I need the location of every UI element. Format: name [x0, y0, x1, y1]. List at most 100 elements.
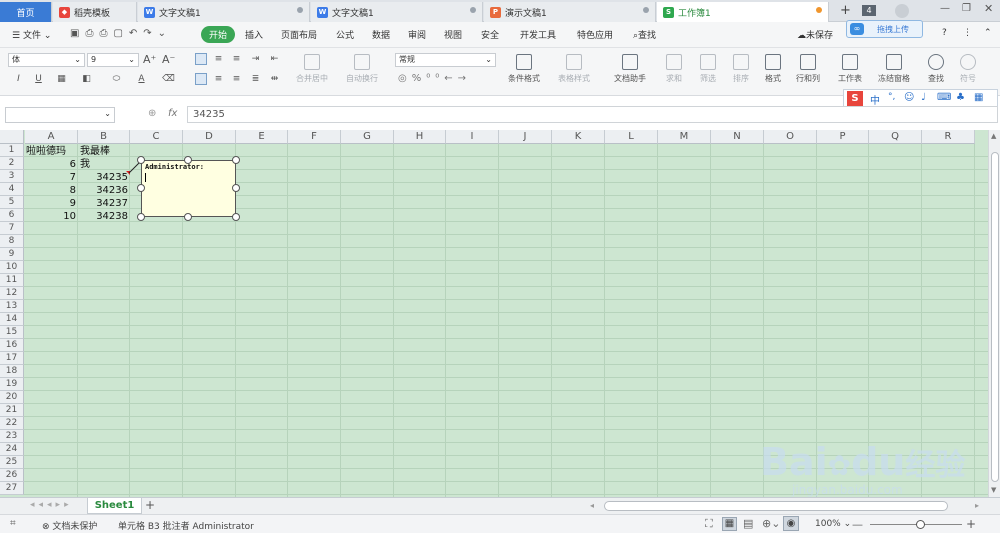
- tab-home[interactable]: 首页: [0, 2, 52, 22]
- row-header-26[interactable]: 26: [0, 469, 24, 482]
- row-header-21[interactable]: 21: [0, 404, 24, 417]
- scroll-up-icon[interactable]: ▲: [991, 132, 996, 140]
- border-icon[interactable]: ▦: [55, 73, 68, 85]
- distribute-icon[interactable]: ⇹: [268, 73, 281, 85]
- cell-A3[interactable]: 7: [26, 171, 76, 184]
- row-header-6[interactable]: 6: [0, 209, 24, 222]
- row-header-3[interactable]: 3: [0, 170, 24, 183]
- font-shrink-icon[interactable]: A⁻: [162, 54, 175, 66]
- column-header-H[interactable]: H: [394, 130, 446, 144]
- row-header-25[interactable]: 25: [0, 456, 24, 469]
- new-tab-icon[interactable]: +: [840, 3, 851, 18]
- tab-close-icon[interactable]: [297, 7, 303, 13]
- toolbox-icon[interactable]: ▦: [974, 92, 983, 103]
- resize-handle[interactable]: [137, 213, 145, 221]
- zoom-slider-handle[interactable]: [916, 520, 925, 529]
- sheet-nav-icons[interactable]: ◂◂◂▸▸: [30, 500, 73, 510]
- row-header-1[interactable]: 1: [0, 144, 24, 157]
- sogou-icon[interactable]: S: [847, 91, 863, 106]
- tab-page-layout[interactable]: 页面布局: [281, 28, 317, 41]
- align-top-icon[interactable]: [195, 53, 207, 65]
- wrap-text-button[interactable]: 自动换行: [346, 54, 378, 84]
- cell-A4[interactable]: 8: [26, 184, 76, 197]
- select-all-corner[interactable]: [0, 130, 24, 144]
- avatar[interactable]: [895, 4, 909, 18]
- file-menu[interactable]: ☰ 文件 ⌄: [12, 28, 51, 41]
- column-header-L[interactable]: L: [605, 130, 658, 144]
- eraser-icon[interactable]: ⌫: [162, 73, 175, 85]
- conditional-format-button[interactable]: 条件格式: [508, 54, 540, 84]
- rows-cols-button[interactable]: 行和列: [796, 54, 820, 84]
- protect-status[interactable]: ⊗ 文档未保护: [42, 519, 97, 532]
- horizontal-scroll-thumb[interactable]: [604, 501, 948, 511]
- skin-icon[interactable]: ♣: [956, 92, 965, 103]
- column-header-N[interactable]: N: [711, 130, 764, 144]
- macro-icon[interactable]: ⌗: [10, 518, 16, 529]
- row-header-14[interactable]: 14: [0, 313, 24, 326]
- add-sheet-icon[interactable]: +: [145, 498, 155, 512]
- spreadsheet-grid[interactable]: ABCDEFGHIJKLMNOPQR 1 2 3 4 5 6 7 8 9 10 11 12 13 14 15…: [0, 130, 988, 497]
- zoom-out-icon[interactable]: —: [852, 518, 863, 531]
- sort-button[interactable]: 排序: [733, 54, 749, 84]
- cell-B5[interactable]: 34237: [78, 197, 128, 210]
- tab-docer[interactable]: ◆ 稻壳模板: [53, 2, 137, 22]
- scroll-thumb[interactable]: [991, 152, 999, 482]
- cell-A5[interactable]: 9: [26, 197, 76, 210]
- formula-input[interactable]: 34235: [187, 106, 998, 123]
- symbol-button[interactable]: 符号: [960, 54, 976, 84]
- row-header-5[interactable]: 5: [0, 196, 24, 209]
- quick-access-icons[interactable]: ▣⎙⎙▢↶↷⌄: [70, 28, 172, 39]
- sheet-tab-sheet1[interactable]: Sheet1: [87, 498, 142, 514]
- column-header-D[interactable]: D: [183, 130, 236, 144]
- zoom-in-icon[interactable]: +: [966, 517, 976, 531]
- fullscreen-icon[interactable]: ⛶: [705, 517, 713, 531]
- close-icon[interactable]: ✕: [984, 2, 993, 15]
- fx-icon[interactable]: fx: [168, 108, 177, 119]
- column-header-E[interactable]: E: [236, 130, 288, 144]
- tab-spreadsheet[interactable]: S 工作簿1: [657, 2, 829, 22]
- underline-icon[interactable]: U: [32, 73, 45, 85]
- eye-protection-icon[interactable]: ◉: [783, 516, 799, 531]
- tab-insert[interactable]: 插入: [245, 28, 263, 41]
- row-header-12[interactable]: 12: [0, 287, 24, 300]
- font-color-icon[interactable]: ⬭: [110, 73, 123, 85]
- tab-developer[interactable]: 开发工具: [520, 28, 556, 41]
- reading-mode-icon[interactable]: ⊕⌄: [762, 517, 780, 530]
- hscroll-right-icon[interactable]: ▸: [975, 501, 979, 510]
- filter-button[interactable]: 筛选: [700, 54, 716, 84]
- tab-writer-1[interactable]: W 文字文稿1: [138, 2, 310, 22]
- column-header-Q[interactable]: Q: [869, 130, 922, 144]
- unsaved-status[interactable]: ☁未保存: [797, 28, 833, 41]
- merge-center-button[interactable]: 合并居中: [296, 54, 328, 84]
- number-format-select[interactable]: 常规 ⌄: [395, 53, 496, 67]
- row-header-18[interactable]: 18: [0, 365, 24, 378]
- tab-presentation[interactable]: P 演示文稿1: [484, 2, 656, 22]
- resize-handle[interactable]: [184, 156, 192, 164]
- tab-features[interactable]: 特色应用: [577, 28, 613, 41]
- tab-count-badge[interactable]: 4: [862, 5, 876, 16]
- row-header-2[interactable]: 2: [0, 157, 24, 170]
- font-name-select[interactable]: 体 ⌄: [8, 53, 85, 67]
- cell-B3[interactable]: 34235: [78, 171, 128, 184]
- ime-punct[interactable]: °,: [888, 92, 895, 102]
- scroll-down-icon[interactable]: ▼: [991, 486, 996, 494]
- row-header-7[interactable]: 7: [0, 222, 24, 235]
- resize-handle[interactable]: [137, 184, 145, 192]
- row-header-27[interactable]: 27: [0, 482, 24, 495]
- page-break-icon[interactable]: ▤: [743, 517, 753, 530]
- column-header-J[interactable]: J: [499, 130, 552, 144]
- font-grow-icon[interactable]: A⁺: [143, 54, 156, 66]
- column-header-K[interactable]: K: [552, 130, 605, 144]
- tab-view[interactable]: 视图: [444, 28, 462, 41]
- column-header-M[interactable]: M: [658, 130, 711, 144]
- column-header-F[interactable]: F: [288, 130, 341, 144]
- minimize-icon[interactable]: —: [940, 3, 950, 14]
- cell-A1[interactable]: 啦啦德玛: [26, 145, 66, 158]
- font-size-select[interactable]: 9 ⌄: [87, 53, 139, 67]
- tab-close-icon[interactable]: [643, 7, 649, 13]
- table-style-button[interactable]: 表格样式: [558, 54, 590, 84]
- align-middle-icon[interactable]: ≡: [212, 53, 225, 65]
- emoji-icon[interactable]: ☺: [904, 92, 914, 103]
- vertical-scrollbar[interactable]: ▲ ▼: [988, 130, 1000, 497]
- row-header-4[interactable]: 4: [0, 183, 24, 196]
